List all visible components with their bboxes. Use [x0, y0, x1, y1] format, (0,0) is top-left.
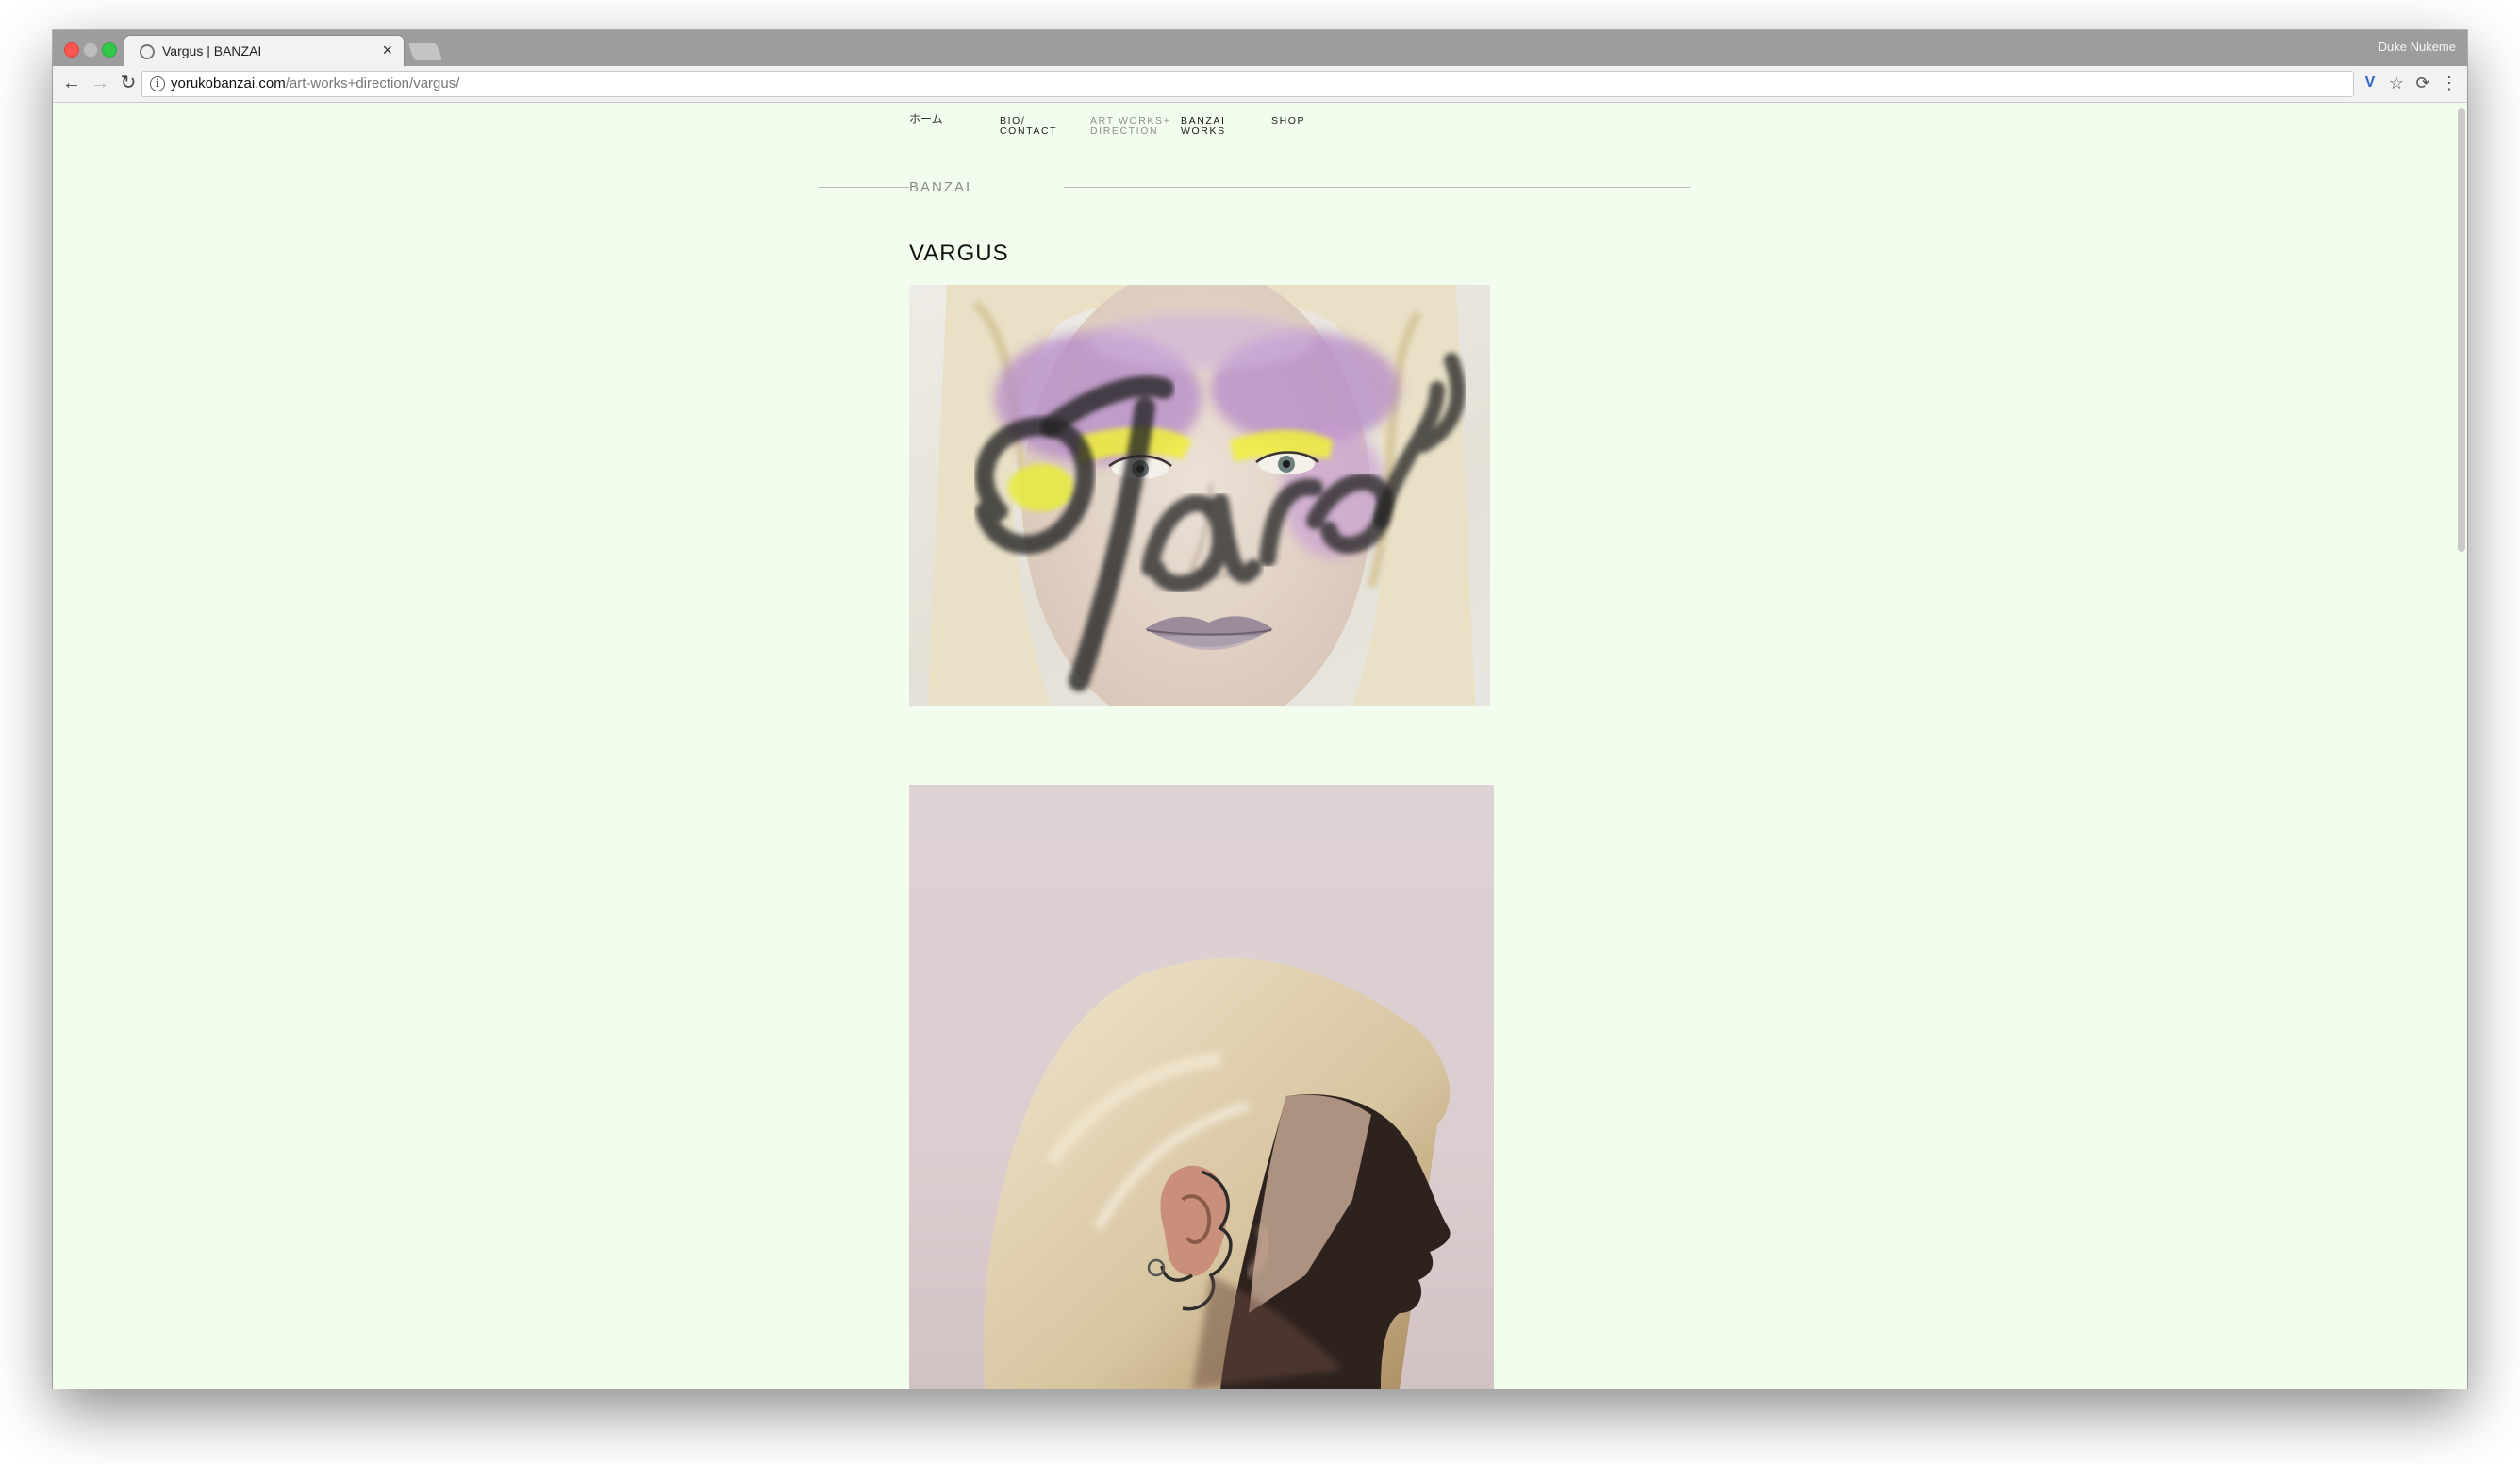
nav-shop[interactable]: SHOP	[1271, 116, 1356, 126]
site-nav: ホーム BIO/ CONTACT ART WORKS+ DIRECTION BA…	[53, 103, 2467, 159]
divider-left	[819, 187, 909, 188]
browser-toolbar: ← → ↻ i yorukobanzai.com/art-works+direc…	[53, 66, 2467, 103]
browser-window: Vargus | BANZAI × Duke Nukeme ← → ↻ i yo…	[53, 30, 2467, 1389]
profile-name[interactable]: Duke Nukeme	[2379, 40, 2456, 54]
browser-tab-active[interactable]: Vargus | BANZAI ×	[124, 36, 404, 66]
url-text[interactable]: yorukobanzai.com/art-works+direction/var…	[171, 75, 459, 92]
tab-title: Vargus | BANZAI	[162, 43, 262, 58]
nav-banzai-works[interactable]: BANZAI WORKS	[1181, 116, 1266, 137]
window-minimize-button[interactable]	[83, 42, 98, 58]
page-scrollbar[interactable]	[2458, 108, 2465, 552]
address-bar[interactable]: i yorukobanzai.com/art-works+direction/v…	[141, 71, 2354, 97]
globe-icon	[140, 44, 155, 59]
divider-right	[1064, 187, 1690, 188]
new-tab-button[interactable]	[407, 43, 443, 60]
sync-icon[interactable]: ⟳	[2412, 72, 2433, 94]
vargus-profile-photo[interactable]	[909, 785, 1494, 1389]
tab-strip: Vargus | BANZAI × Duke Nukeme	[53, 30, 2467, 66]
window-close-button[interactable]	[64, 42, 79, 58]
profile-illustration	[983, 957, 1451, 1389]
section-label: BANZAI	[909, 179, 972, 195]
web-page: ホーム BIO/ CONTACT ART WORKS+ DIRECTION BA…	[53, 103, 2467, 1389]
kebab-menu-icon[interactable]: ⋮	[2439, 72, 2460, 94]
star-icon[interactable]: ☆	[2386, 72, 2407, 94]
vivaldi-extension-icon[interactable]: V	[2360, 72, 2380, 94]
back-arrow-icon[interactable]: ←	[60, 72, 83, 94]
face-illustration	[928, 285, 1475, 706]
tab-close-icon[interactable]: ×	[382, 42, 392, 58]
nav-home[interactable]: ホーム	[909, 113, 994, 125]
url-path: /art-works+direction/vargus/	[285, 75, 460, 92]
url-host: yorukobanzai.com	[171, 75, 286, 92]
info-icon[interactable]: i	[150, 76, 165, 92]
forward-arrow-icon[interactable]: →	[89, 72, 111, 94]
post-title: VARGUS	[909, 241, 1009, 266]
nav-art-works-direction[interactable]: ART WORKS+ DIRECTION	[1090, 116, 1175, 137]
window-maximize-button[interactable]	[102, 42, 117, 58]
reload-icon[interactable]: ↻	[117, 72, 140, 94]
nav-bio-contact[interactable]: BIO/ CONTACT	[1000, 116, 1085, 137]
vargus-face-photo[interactable]	[909, 285, 1490, 706]
